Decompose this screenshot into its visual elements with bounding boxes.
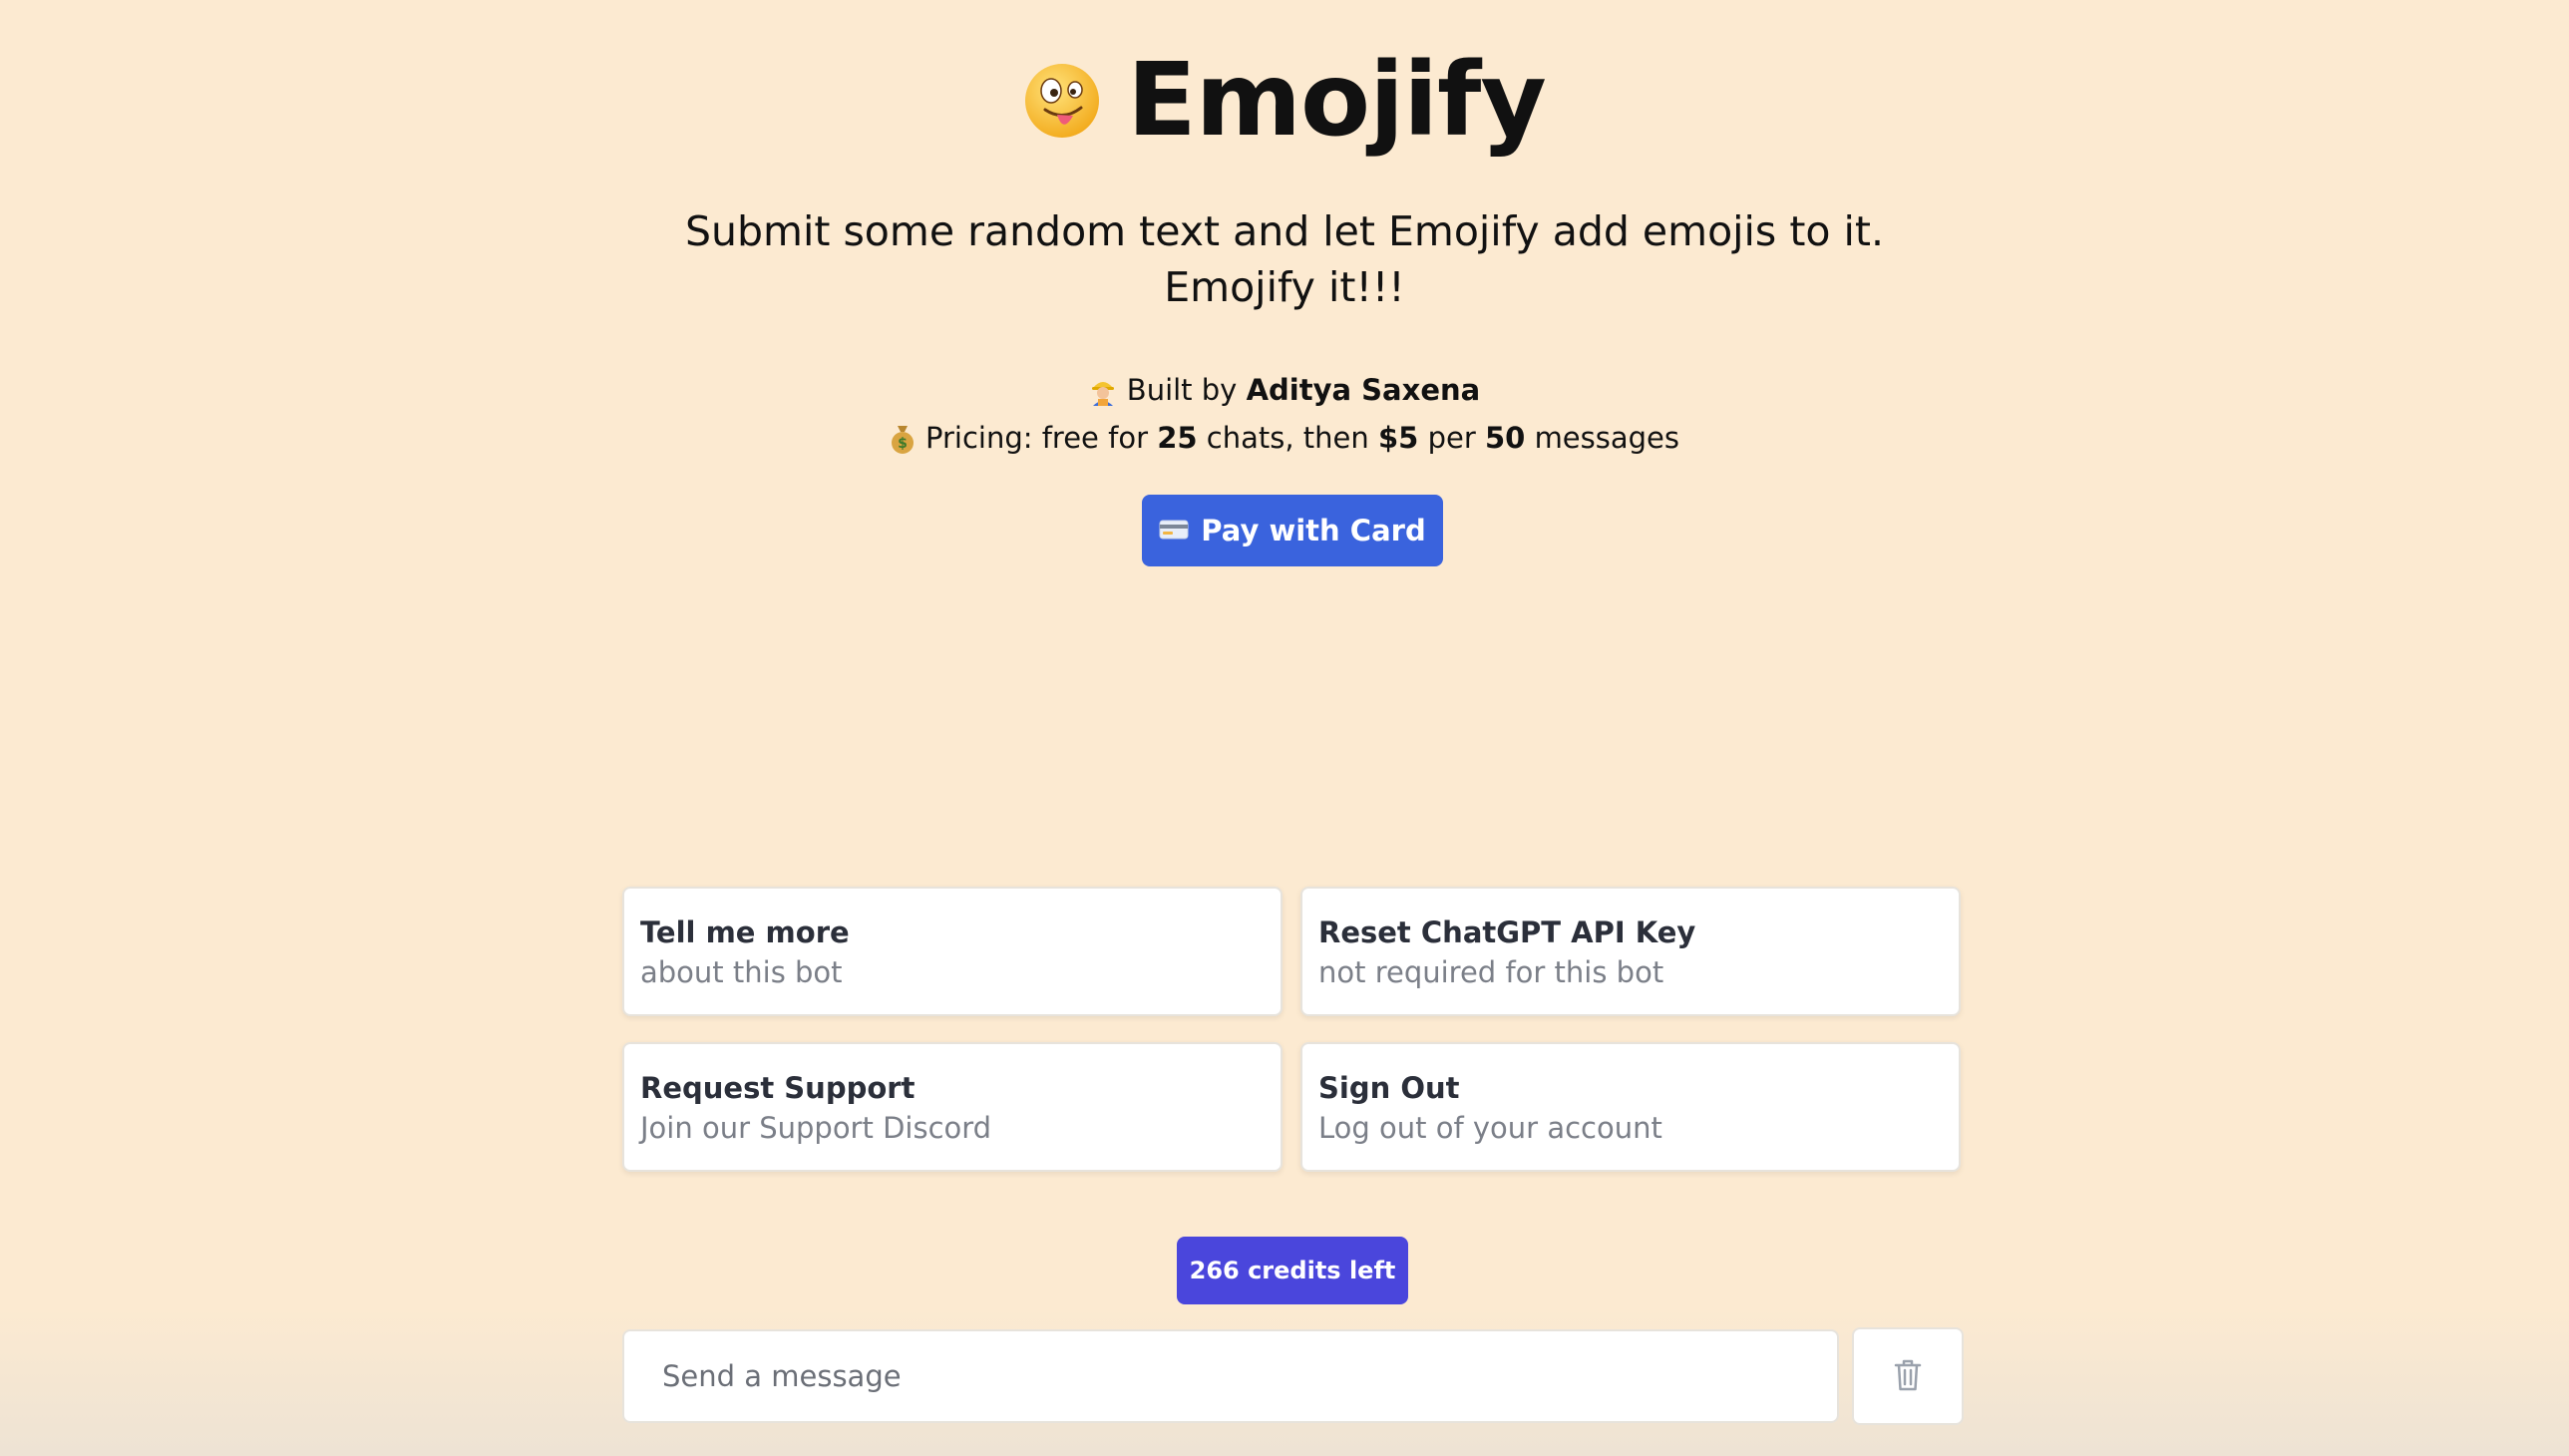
free-chat-count: 25: [1157, 421, 1198, 455]
pricing-middle: chats, then: [1206, 421, 1369, 455]
zany-face-icon: [1023, 62, 1101, 140]
suggestion-title: Tell me more: [640, 915, 850, 949]
suggestion-title: Request Support: [640, 1071, 916, 1105]
price-value: $5: [1378, 421, 1419, 455]
pricing-prefix: Pricing: free for: [924, 421, 1148, 455]
credits-left-badge: 266 credits left: [1177, 1237, 1408, 1304]
clear-chat-button[interactable]: [1852, 1327, 1964, 1425]
app-subtitle: Submit some random text and let Emojify …: [684, 207, 1885, 311]
suggestion-subtitle: Log out of your account: [1318, 1111, 1662, 1145]
message-input[interactable]: [622, 1329, 1839, 1423]
suggestion-title: Reset ChatGPT API Key: [1318, 915, 1696, 949]
message-count: 50: [1484, 421, 1526, 455]
suggestion-subtitle: not required for this bot: [1318, 955, 1664, 989]
built-by-prefix: Built by: [1126, 373, 1238, 407]
suggestion-request-support[interactable]: Request Support Join our Support Discord: [622, 1042, 1283, 1172]
suggestion-subtitle: about this bot: [640, 955, 843, 989]
built-by-line: Built by Aditya Saxena: [0, 370, 2569, 416]
pay-with-card-button[interactable]: Pay with Card: [1142, 495, 1443, 566]
suggestion-tell-me-more[interactable]: Tell me more about this bot: [622, 887, 1283, 1016]
suggestion-title: Sign Out: [1318, 1071, 1460, 1105]
trash-icon: [1893, 1358, 1923, 1395]
pay-button-label: Pay with Card: [1201, 514, 1426, 547]
suggestion-sign-out[interactable]: Sign Out Log out of your account: [1300, 1042, 1961, 1172]
pricing-line: $ Pricing: free for 25 chats, then $5 pe…: [0, 418, 2569, 464]
construction-worker-icon: [1089, 376, 1117, 416]
suggestion-subtitle: Join our Support Discord: [640, 1111, 992, 1145]
app-title: Emojify: [1127, 41, 1547, 160]
money-bag-icon: $: [890, 424, 916, 464]
app-title-row: Emojify: [0, 50, 2569, 152]
credit-card-icon: [1159, 514, 1189, 547]
author-name: Aditya Saxena: [1246, 373, 1481, 407]
pricing-suffix: messages: [1534, 421, 1680, 455]
suggestion-reset-api-key[interactable]: Reset ChatGPT API Key not required for t…: [1300, 887, 1961, 1016]
svg-text:$: $: [898, 436, 908, 452]
pricing-per: per: [1427, 421, 1476, 455]
